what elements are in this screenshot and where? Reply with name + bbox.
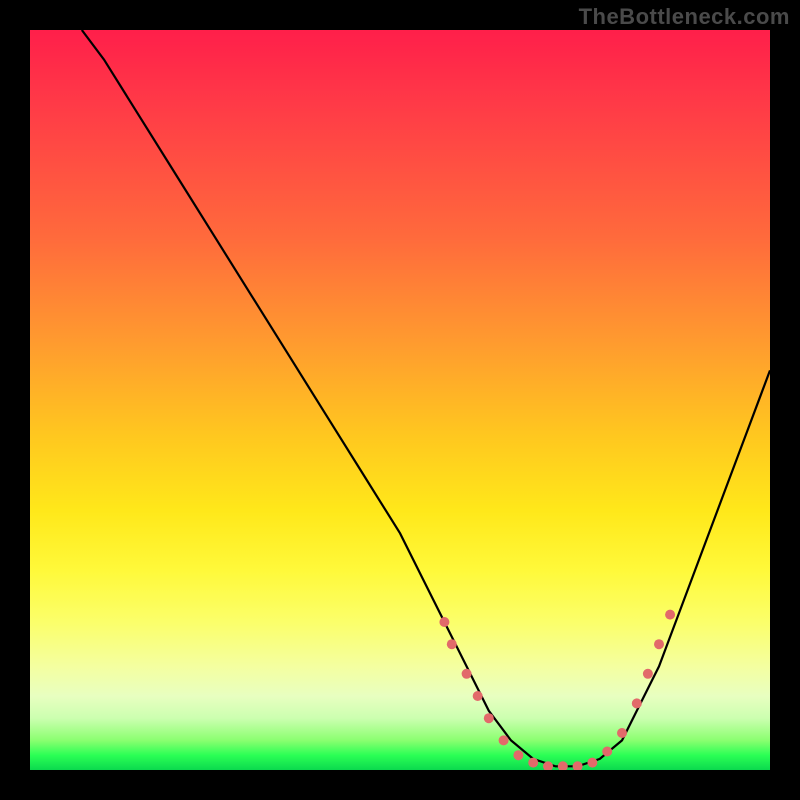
curve-marker <box>665 610 675 620</box>
curve-marker <box>654 639 664 649</box>
curve-marker <box>528 758 538 768</box>
plot-area <box>30 30 770 770</box>
curve-marker <box>473 691 483 701</box>
bottleneck-curve <box>82 30 770 766</box>
curve-marker <box>484 713 494 723</box>
curve-marker <box>499 735 509 745</box>
curve-layer <box>30 30 770 770</box>
curve-marker <box>439 617 449 627</box>
curve-marker <box>462 669 472 679</box>
curve-marker <box>617 728 627 738</box>
curve-marker <box>602 747 612 757</box>
curve-marker <box>558 761 568 770</box>
curve-markers <box>439 610 675 770</box>
curve-marker <box>573 761 583 770</box>
curve-marker <box>513 750 523 760</box>
curve-marker <box>447 639 457 649</box>
chart-frame: TheBottleneck.com <box>0 0 800 800</box>
curve-marker <box>632 698 642 708</box>
watermark-text: TheBottleneck.com <box>579 4 790 30</box>
curve-marker <box>643 669 653 679</box>
curve-marker <box>587 758 597 768</box>
